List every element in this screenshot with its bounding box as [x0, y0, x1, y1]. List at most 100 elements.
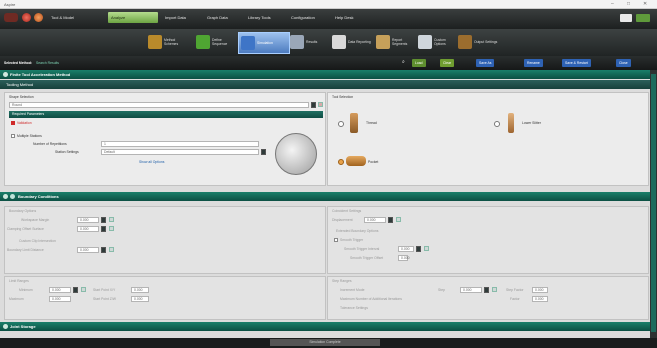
- spin-icon[interactable]: [101, 226, 106, 232]
- smooth-trigger-checkbox[interactable]: [334, 238, 338, 242]
- info-icon[interactable]: [109, 247, 114, 252]
- boundary-left-panel: Boundary Options Workspace Margin 0.000 …: [4, 206, 326, 274]
- menu-library-tools[interactable]: Library Tools: [245, 12, 274, 23]
- menu-analyze[interactable]: Analyze: [108, 12, 158, 23]
- output-icon: [458, 35, 472, 49]
- ribbon-label: Custom Options: [434, 38, 446, 46]
- info-icon[interactable]: [81, 287, 86, 292]
- section-title: Joint Storage: [10, 324, 36, 329]
- scrollbar-thumb[interactable]: [651, 74, 656, 332]
- limit-zw-field[interactable]: 0.000: [131, 296, 149, 302]
- close-button[interactable]: ✕: [643, 1, 647, 7]
- ribbon-method-schemes[interactable]: Method Schemes: [148, 32, 188, 52]
- search-icon[interactable]: ⌕: [402, 59, 405, 65]
- num-label: Number of Repetitions: [33, 142, 67, 146]
- limit-max-field[interactable]: 0.000: [49, 296, 71, 302]
- tool-preview-image: [275, 133, 317, 175]
- tool-slitter-radio[interactable]: [494, 121, 500, 127]
- info-icon[interactable]: [424, 246, 429, 251]
- enable-icon[interactable]: [10, 194, 15, 199]
- menu-import-data[interactable]: Import Data: [162, 12, 189, 23]
- param-header: Required Parameters: [9, 111, 323, 118]
- step-field[interactable]: 0.000: [460, 287, 482, 293]
- info-icon[interactable]: [396, 217, 401, 222]
- spin-icon[interactable]: [388, 217, 393, 223]
- minimize-button[interactable]: –: [611, 1, 614, 7]
- ribbon-label: Report Segments: [392, 38, 408, 46]
- menu-tool-model[interactable]: Tool & Model: [48, 12, 77, 23]
- boundary-field[interactable]: 0.000: [77, 226, 99, 232]
- save-restart-button[interactable]: Save & Restart: [562, 59, 591, 67]
- displacement-field[interactable]: 0.000: [364, 217, 386, 223]
- num-field[interactable]: 1: [101, 141, 259, 147]
- station-dropdown-icon[interactable]: [261, 149, 266, 155]
- ribbon-report-segments[interactable]: Report Segments: [376, 32, 416, 52]
- show-all-link[interactable]: Show all Options: [139, 160, 164, 164]
- panel-toggle-icon[interactable]: [620, 14, 632, 22]
- limit-xy-field[interactable]: 0.000: [131, 287, 149, 293]
- ribbon-data-reporting[interactable]: Data Reporting: [332, 32, 372, 52]
- station-label: Station Settings: [55, 150, 79, 154]
- smooth-interval-field[interactable]: 0.000: [398, 246, 414, 252]
- edit-shape-icon[interactable]: [318, 102, 323, 107]
- smooth-offset-field[interactable]: 0.000: [398, 255, 410, 261]
- shape-label: Shape Selection: [9, 95, 34, 99]
- ribbon-label: Define Sequence: [212, 38, 228, 46]
- limit-min-field[interactable]: 0.000: [49, 287, 71, 293]
- save-as-button[interactable]: Save As: [476, 59, 495, 67]
- rename-button[interactable]: Rename: [524, 59, 543, 67]
- factor-label: Factor: [510, 297, 520, 301]
- section-tool-method[interactable]: Finite Tool Acceleration Method: [0, 70, 650, 79]
- step-label: Step: [438, 288, 445, 292]
- window-title: Aspire: [4, 2, 16, 7]
- record-icon[interactable]: [22, 13, 31, 22]
- dropdown-icon[interactable]: [311, 102, 316, 108]
- app-menu-icon[interactable]: [4, 13, 18, 22]
- subsection-tooling: Tooling Method: [0, 80, 650, 89]
- boundary-field[interactable]: 0.000: [77, 217, 99, 223]
- info-icon[interactable]: [109, 217, 114, 222]
- factor-field[interactable]: 0.000: [532, 296, 548, 302]
- limit-ranges-panel: Limit Ranges Minimum 0.000 Start Point X…: [4, 276, 326, 320]
- info-icon[interactable]: [109, 226, 114, 231]
- clear-button[interactable]: Clear: [440, 59, 455, 67]
- menu-graph-data[interactable]: Graph Data: [204, 12, 231, 23]
- extended-title: Extended Boundary Options: [336, 229, 379, 233]
- slitter-tool-icon: [508, 113, 514, 133]
- spin-icon[interactable]: [101, 247, 106, 253]
- boundary-right-panel: Coincident Settings Displacement 0.000 E…: [327, 206, 649, 274]
- boundary-field[interactable]: 0.000: [77, 247, 99, 253]
- expand-icon[interactable]: [636, 14, 650, 22]
- spin-icon[interactable]: [73, 287, 78, 293]
- boundary-row-label: Workspace Margin: [21, 218, 50, 222]
- section-joint-storage[interactable]: Joint Storage: [0, 322, 650, 331]
- load-button[interactable]: Load: [412, 59, 426, 67]
- info-icon[interactable]: [492, 287, 497, 292]
- ribbon-define-sequence[interactable]: Define Sequence: [196, 32, 236, 52]
- results-icon: [290, 35, 304, 49]
- ribbon-results[interactable]: Results: [290, 32, 330, 52]
- close-method-button[interactable]: Close: [616, 59, 631, 67]
- tool-thread-radio[interactable]: [338, 121, 344, 127]
- station-field[interactable]: Default: [101, 149, 259, 155]
- section-title: Boundary Conditions: [18, 194, 59, 199]
- ribbon-custom-options[interactable]: Custom Options: [418, 32, 458, 52]
- stop-icon[interactable]: [34, 13, 43, 22]
- ribbon-simulation[interactable]: Simulation: [238, 32, 290, 54]
- menu-configuration[interactable]: Configuration: [288, 12, 318, 23]
- boundary-row-label: Boundary Limit Distance: [7, 248, 44, 252]
- tool-pocket-radio[interactable]: [338, 159, 344, 165]
- shape-select[interactable]: Round: [9, 102, 309, 108]
- step-factor-field[interactable]: 0.000: [532, 287, 548, 293]
- options-icon: [418, 35, 432, 49]
- multiple-stations-checkbox[interactable]: [11, 134, 15, 138]
- section-boundary[interactable]: Boundary Conditions: [0, 192, 650, 201]
- spin-icon[interactable]: [416, 246, 421, 252]
- warning-text: Validation: [17, 121, 32, 125]
- vertical-scrollbar[interactable]: [650, 70, 657, 338]
- ribbon-output-settings[interactable]: Output Settings: [458, 32, 498, 52]
- maximize-button[interactable]: □: [627, 1, 630, 7]
- spin-icon[interactable]: [484, 287, 489, 293]
- menu-help-desk[interactable]: Help Desk: [332, 12, 356, 23]
- spin-icon[interactable]: [101, 217, 106, 223]
